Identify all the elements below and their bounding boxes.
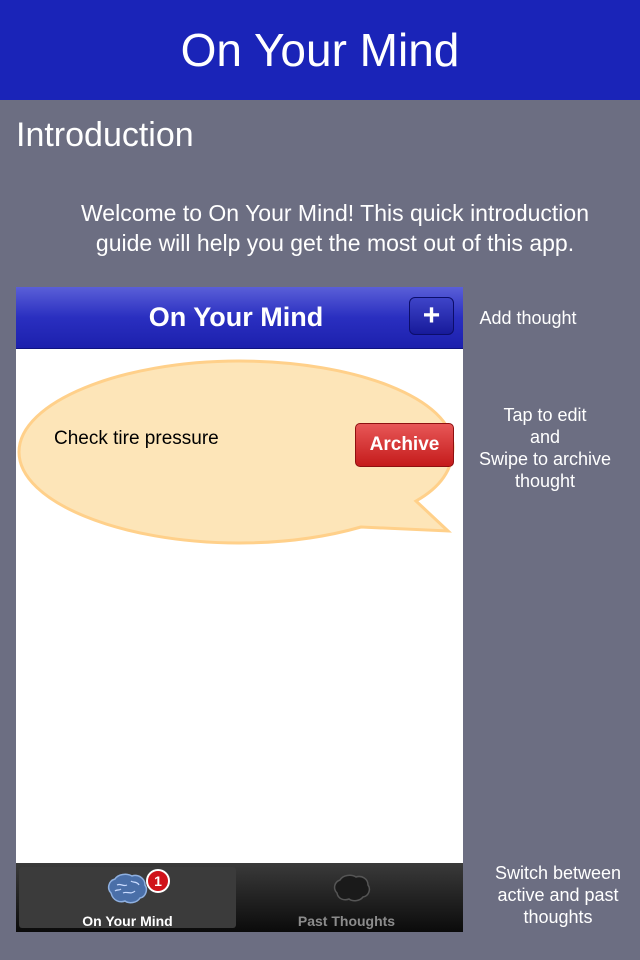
phone-screenshot: On Your Mind + Check tire pressure Archi…: [16, 287, 463, 932]
welcome-line: Welcome to On Your Mind! This quick intr…: [81, 200, 589, 226]
phone-navbar: On Your Mind +: [16, 287, 463, 349]
welcome-line: guide will help you get the most out of …: [95, 230, 575, 256]
switch-tabs-annotation: Switch between active and past thoughts: [486, 862, 630, 928]
brain-outline-icon: [333, 874, 371, 902]
app-title: On Your Mind: [180, 24, 460, 76]
annotation-line: Swipe to archive: [478, 449, 612, 469]
annotation-line: Tap to edit: [503, 405, 587, 425]
tab-past-thoughts[interactable]: Past Thoughts: [238, 867, 455, 929]
tab-label: On Your Mind: [82, 913, 173, 929]
annotation-line: thought: [514, 471, 576, 491]
app-header: On Your Mind: [0, 0, 640, 100]
section-title: Introduction: [16, 116, 194, 154]
notification-badge: 1: [146, 869, 170, 893]
welcome-text: Welcome to On Your Mind! This quick intr…: [40, 198, 630, 258]
add-thought-button[interactable]: +: [409, 297, 454, 335]
annotation-line: and: [529, 427, 561, 447]
annotation-line: Switch between: [494, 863, 622, 883]
brain-icon: [107, 873, 148, 904]
tab-on-your-mind[interactable]: 1 On Your Mind: [19, 867, 236, 929]
thought-text[interactable]: Check tire pressure: [54, 428, 219, 450]
archive-button[interactable]: Archive: [355, 423, 454, 467]
add-thought-annotation: Add thought: [479, 308, 577, 328]
tab-label: Past Thoughts: [297, 913, 396, 929]
annotation-line: active and past: [497, 885, 619, 905]
tab-bar: 1 On Your Mind Past Thoughts: [16, 863, 463, 932]
annotation-line: thoughts: [523, 907, 593, 927]
edit-archive-annotation: Tap to edit and Swipe to archive thought: [470, 404, 620, 492]
phone-nav-title: On Your Mind: [148, 302, 324, 332]
